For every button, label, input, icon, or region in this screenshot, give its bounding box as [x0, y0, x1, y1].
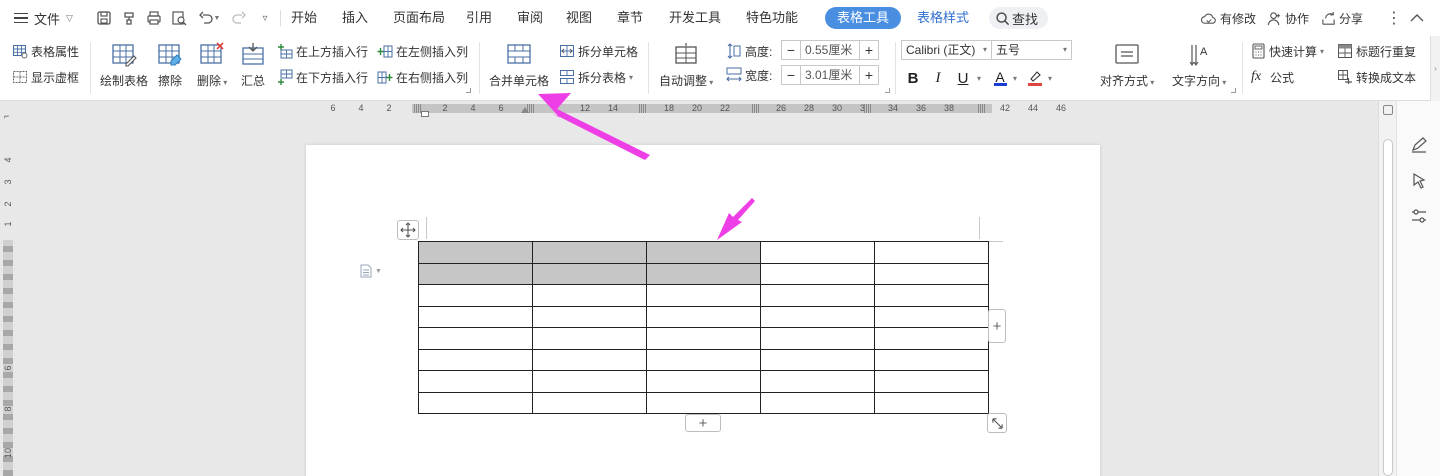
annotation-arrows [538, 93, 755, 240]
select-cursor-icon[interactable] [1409, 171, 1429, 191]
scroll-top-icon[interactable] [1383, 105, 1393, 115]
annotation-arrow-cells [717, 198, 755, 240]
right-side-panel [1396, 101, 1440, 476]
adjust-settings-icon[interactable] [1409, 206, 1429, 226]
annotation-arrow-merge [538, 93, 650, 160]
pen-edit-icon[interactable] [1409, 135, 1429, 155]
scrollbar-thumb[interactable] [1383, 139, 1393, 476]
vertical-scrollbar[interactable] [1378, 101, 1396, 476]
